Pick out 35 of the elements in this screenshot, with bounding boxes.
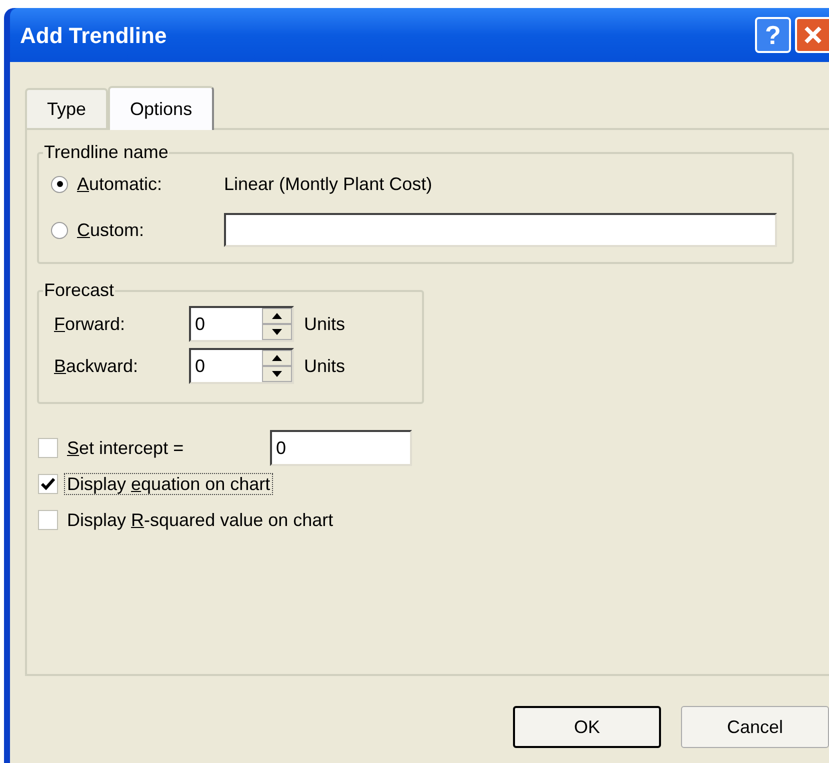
dialog-button[interactable]: OK	[513, 706, 661, 748]
checkbox-label: Display R-squared value on chart	[66, 508, 334, 530]
trendline-name-text: Linear (Montly Plant Cost)	[224, 172, 432, 196]
spin-up-button[interactable]	[262, 308, 292, 324]
checkbox-label: Set intercept =	[66, 436, 185, 458]
spin-field[interactable]: 0	[189, 306, 294, 342]
units-label: Units	[304, 354, 346, 378]
radio-button[interactable]	[51, 176, 68, 192]
help-button[interactable]: ?	[755, 17, 791, 53]
tab[interactable]: Type	[25, 88, 108, 128]
spin-up-button[interactable]	[262, 350, 292, 366]
intercept-field[interactable]: 0	[270, 430, 412, 466]
close-button[interactable]	[795, 17, 829, 53]
radio-label: Custom:	[76, 218, 146, 240]
field-label: Backward:	[53, 354, 140, 376]
dialog-button[interactable]: Cancel	[681, 706, 829, 748]
custom-name-field[interactable]	[224, 213, 777, 247]
radio-button[interactable]	[51, 222, 68, 238]
checkbox[interactable]	[38, 510, 58, 530]
window-title: Add Trendline	[20, 22, 168, 50]
spin-down-button[interactable]	[262, 324, 292, 340]
checkbox[interactable]	[38, 438, 58, 458]
radio-label: Automatic:	[76, 172, 164, 194]
checkbox[interactable]	[38, 474, 58, 494]
units-label: Units	[304, 312, 346, 336]
checkbox-label: Display equation on chart	[64, 472, 274, 494]
down-arrow-icon	[272, 371, 282, 377]
spin-field[interactable]: 0	[189, 348, 294, 384]
up-arrow-icon	[272, 313, 282, 319]
tab[interactable]: Options	[108, 86, 214, 130]
down-arrow-icon	[272, 329, 282, 335]
close-icon	[803, 25, 823, 45]
field-label: Forward:	[53, 312, 126, 334]
spin-down-button[interactable]	[262, 366, 292, 382]
up-arrow-icon	[272, 355, 282, 361]
